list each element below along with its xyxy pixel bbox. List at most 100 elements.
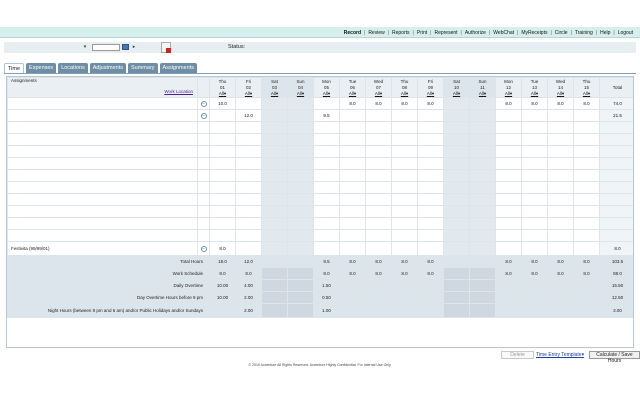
hours-cell[interactable] — [495, 229, 522, 242]
all-day-link[interactable]: All▾ — [497, 91, 521, 97]
hours-cell[interactable] — [417, 145, 444, 158]
hours-cell[interactable] — [391, 217, 418, 230]
hours-cell[interactable] — [339, 157, 366, 170]
hours-cell[interactable] — [209, 193, 236, 206]
hours-cell[interactable] — [313, 193, 340, 206]
hours-cell[interactable] — [313, 133, 340, 146]
hours-cell[interactable] — [573, 205, 600, 218]
hours-cell[interactable]: 12.0 — [235, 109, 262, 122]
hours-cell[interactable] — [417, 157, 444, 170]
hours-cell[interactable] — [365, 193, 392, 206]
hours-cell[interactable] — [573, 181, 600, 194]
hours-cell[interactable] — [287, 217, 314, 230]
hours-cell[interactable] — [521, 181, 548, 194]
nav-item-webchat[interactable]: WebChat — [490, 30, 517, 36]
hours-cell[interactable] — [469, 205, 496, 218]
hours-cell[interactable] — [417, 181, 444, 194]
hours-cell[interactable] — [261, 181, 288, 194]
work-location-link[interactable]: Work Location — [11, 89, 197, 94]
hours-cell[interactable]: 9.5 — [313, 109, 340, 122]
hours-cell[interactable] — [573, 193, 600, 206]
hours-cell[interactable] — [443, 205, 470, 218]
hours-cell[interactable] — [391, 193, 418, 206]
hours-cell[interactable] — [339, 133, 366, 146]
hours-cell[interactable] — [469, 229, 496, 242]
hours-cell[interactable] — [235, 217, 262, 230]
hours-cell[interactable] — [391, 229, 418, 242]
all-day-link[interactable]: All▾ — [549, 91, 573, 97]
hours-cell[interactable]: 8.0 — [573, 97, 600, 110]
hours-cell[interactable] — [443, 145, 470, 158]
period-date-input[interactable] — [92, 44, 120, 51]
hours-cell[interactable] — [443, 169, 470, 182]
hours-cell[interactable]: 8.0 — [521, 97, 548, 110]
time-entry-template-link[interactable]: Time Entry Template▾ — [536, 352, 584, 358]
assignment-cell[interactable] — [7, 121, 198, 134]
hours-cell[interactable]: 8.0 — [391, 97, 418, 110]
hours-cell[interactable] — [339, 205, 366, 218]
hours-cell[interactable] — [417, 133, 444, 146]
hours-cell[interactable] — [365, 109, 392, 122]
hours-cell[interactable] — [469, 109, 496, 122]
previous-period-arrow-icon[interactable]: ▾ — [82, 44, 88, 50]
hours-cell[interactable] — [443, 241, 470, 256]
hours-cell[interactable] — [339, 181, 366, 194]
hours-cell[interactable] — [313, 121, 340, 134]
hours-cell[interactable] — [547, 241, 574, 256]
hours-cell[interactable] — [521, 217, 548, 230]
hours-cell[interactable] — [547, 229, 574, 242]
hours-cell[interactable] — [313, 229, 340, 242]
hours-cell[interactable] — [417, 109, 444, 122]
hours-cell[interactable] — [547, 157, 574, 170]
hours-cell[interactable] — [261, 157, 288, 170]
hours-cell[interactable] — [469, 157, 496, 170]
hours-cell[interactable] — [547, 121, 574, 134]
hours-cell[interactable] — [469, 97, 496, 110]
assignment-cell[interactable] — [7, 193, 198, 206]
hours-cell[interactable] — [339, 121, 366, 134]
hours-cell[interactable] — [313, 97, 340, 110]
nav-item-reports[interactable]: Reports — [389, 30, 413, 36]
assignment-cell[interactable] — [7, 133, 198, 146]
hours-cell[interactable] — [261, 133, 288, 146]
hours-cell[interactable] — [469, 169, 496, 182]
hours-cell[interactable] — [235, 169, 262, 182]
hours-cell[interactable] — [313, 181, 340, 194]
assignment-cell[interactable] — [7, 145, 198, 158]
hours-cell[interactable] — [209, 169, 236, 182]
hours-cell[interactable] — [339, 169, 366, 182]
hours-cell[interactable] — [495, 109, 522, 122]
hours-cell[interactable] — [495, 217, 522, 230]
hours-cell[interactable] — [261, 145, 288, 158]
delete-button[interactable]: Delete — [501, 351, 534, 359]
hours-cell[interactable] — [365, 157, 392, 170]
hours-cell[interactable] — [287, 193, 314, 206]
hours-cell[interactable] — [391, 157, 418, 170]
tab-assignments[interactable]: Assignments — [159, 63, 198, 73]
next-period-arrow-icon[interactable]: ▸ — [131, 44, 137, 50]
hours-cell[interactable] — [235, 133, 262, 146]
hours-cell[interactable] — [417, 241, 444, 256]
tab-expenses[interactable]: Expenses — [26, 63, 57, 73]
nav-item-print[interactable]: Print — [414, 30, 430, 36]
hours-cell[interactable] — [521, 109, 548, 122]
hours-cell[interactable] — [391, 109, 418, 122]
hours-cell[interactable] — [287, 97, 314, 110]
hours-cell[interactable] — [339, 145, 366, 158]
hours-cell[interactable] — [469, 133, 496, 146]
hours-cell[interactable]: 8.0 — [339, 97, 366, 110]
hours-cell[interactable] — [365, 205, 392, 218]
hours-cell[interactable] — [261, 121, 288, 134]
tab-time[interactable]: Time — [4, 63, 25, 73]
hours-cell[interactable] — [417, 229, 444, 242]
hours-cell[interactable] — [365, 241, 392, 256]
hours-cell[interactable]: 8.0 — [365, 97, 392, 110]
hours-cell[interactable] — [313, 145, 340, 158]
hours-cell[interactable] — [547, 169, 574, 182]
all-day-link[interactable]: All▾ — [445, 91, 469, 97]
hours-cell[interactable] — [235, 145, 262, 158]
hours-cell[interactable] — [495, 169, 522, 182]
hours-cell[interactable]: 8.0 — [495, 97, 522, 110]
hours-cell[interactable] — [313, 241, 340, 256]
hours-cell[interactable] — [495, 133, 522, 146]
